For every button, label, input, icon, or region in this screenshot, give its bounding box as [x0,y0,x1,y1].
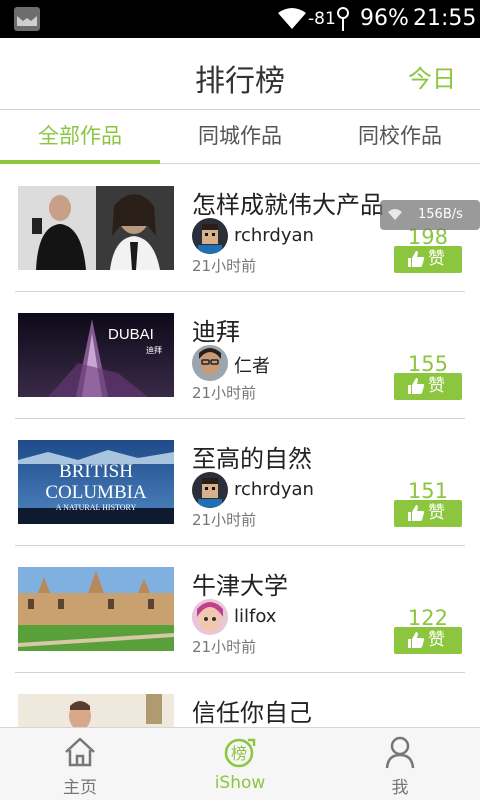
username[interactable]: 仁者 [234,352,270,378]
clock: 21:55 [413,6,477,31]
thumbs-up-icon [408,505,425,521]
nav-me[interactable]: 我 [320,728,480,801]
item-title: 怎样成就伟大产品 [192,191,384,219]
network-speed-overlay: 156B/s [380,200,480,230]
username[interactable]: rchrdyan [234,225,314,246]
bc-subtitle: A NATURAL HISTORY [56,503,137,512]
wifi-icon [388,208,402,224]
thumbs-up-icon [408,378,425,394]
british-columbia-photo: BRITISH COLUMBIA A NATURAL HISTORY [18,440,174,524]
battery-level: 96% [360,6,409,31]
dubai-text: DUBAI [108,326,154,343]
user-avatar[interactable] [192,599,228,635]
like-button[interactable]: 赞 [394,246,462,273]
post-time: 21小时前 [192,638,257,656]
oxford-photo [18,567,174,651]
tab-same-school-works[interactable]: 同校作品 [320,111,480,164]
bottom-navigation: 主页 榜 iShow 我 [0,727,480,800]
ranking-icon: 榜 [222,734,258,774]
notification-app-icon [14,7,40,31]
nav-home-label: 主页 [63,778,97,798]
post-time: 21小时前 [192,384,257,402]
home-icon [62,734,98,774]
like-label: 赞 [428,376,445,396]
like-button[interactable]: 赞 [394,373,462,400]
like-label: 赞 [428,249,445,269]
bc-title-line1: BRITISH [59,461,133,482]
bc-title-line2: COLUMBIA [45,482,147,503]
dubai-text-small: 迪拜 [146,345,162,355]
list-item[interactable]: DUBAI 迪拜 迪拜 仁者 21小时前 155 赞 [0,292,480,419]
like-button[interactable]: 赞 [394,500,462,527]
wifi-icon [278,7,306,33]
ranking-icon-char: 榜 [231,744,247,763]
nav-ishow[interactable]: 榜 iShow [160,728,320,801]
thumbs-up-icon [408,632,425,648]
item-title: 至高的自然 [192,445,312,473]
title-bar: 排行榜 今日 [0,38,480,110]
post-time: 21小时前 [192,257,257,275]
list-item[interactable]: 牛津大学 lilfox 21小时前 122 赞 [0,546,480,673]
tab-all-works[interactable]: 全部作品 [0,111,160,164]
username[interactable]: lilfox [234,606,276,627]
item-title: 牛津大学 [192,572,288,600]
list-item[interactable]: BRITISH COLUMBIA A NATURAL HISTORY 至高的自然… [0,419,480,546]
username[interactable]: rchrdyan [234,479,314,500]
item-title: 迪拜 [192,318,240,346]
network-speed: 156B/s [418,207,463,222]
post-time: 21小时前 [192,511,257,529]
user-avatar[interactable] [192,218,228,254]
jobs-photo [18,186,174,270]
today-filter-button[interactable]: 今日 [408,59,456,94]
thumbs-up-icon [408,251,425,267]
dubai-photo: DUBAI 迪拜 [18,313,174,397]
user-avatar[interactable] [192,345,228,381]
nav-home[interactable]: 主页 [0,728,160,801]
nav-ishow-label: iShow [214,773,266,793]
antenna-icon [336,7,350,35]
person-icon [382,734,418,774]
nav-me-label: 我 [391,778,409,798]
user-avatar[interactable] [192,472,228,508]
signal-strength: -81 [308,9,336,29]
like-label: 赞 [428,630,445,650]
like-button[interactable]: 赞 [394,627,462,654]
active-tab-indicator [0,160,160,164]
tab-same-city-works[interactable]: 同城作品 [160,111,320,164]
tab-bar: 全部作品 同城作品 同校作品 [0,111,480,164]
like-label: 赞 [428,503,445,523]
item-title: 信任你自己 [192,699,312,727]
status-bar: -81 96% 21:55 [0,0,480,38]
